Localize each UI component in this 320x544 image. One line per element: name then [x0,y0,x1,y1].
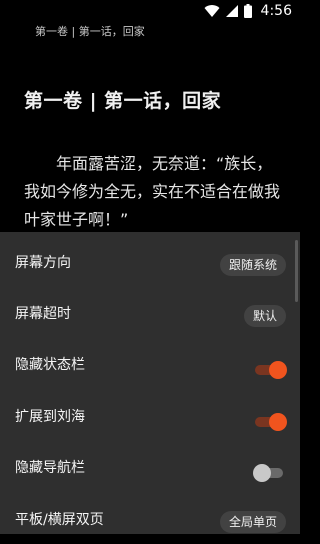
hide-status-bar-toggle[interactable] [255,361,287,379]
screen-timeout-select[interactable]: 默认 [243,305,286,327]
setting-label: 屏幕超时 [15,306,71,322]
screen-orientation-select[interactable]: 跟随系统 [219,254,286,276]
setting-label: 隐藏导航栏 [15,460,85,476]
extend-to-notch-toggle[interactable] [255,413,287,431]
hide-navigation-bar-toggle[interactable] [253,464,285,482]
setting-label: 扩展到刘海 [15,409,85,425]
chapter-title: 第一卷 | 第一话，回家 [24,90,222,112]
setting-label: 屏幕方向 [15,255,71,271]
setting-screen-timeout[interactable]: 屏幕超时 默认 [0,288,300,338]
chapter-paragraph: 年面露苦涩，无奈道：“族长，我如今修为全无，实在不适合在做我叶家世子啊！” [24,154,281,229]
toggle-knob [253,464,271,482]
setting-extend-to-notch[interactable]: 扩展到刘海 [0,391,300,441]
reader-view[interactable]: 第一卷 | 第一话，回家 第一卷 | 第一话，回家 年面露苦涩，无奈道：“族长，… [0,0,300,240]
setting-tablet-dual-page[interactable]: 平板/横屏双页 全局单页 [0,494,300,544]
setting-screen-orientation[interactable]: 屏幕方向 跟随系统 [0,237,300,287]
toggle-knob [269,413,287,431]
toggle-knob [269,361,287,379]
setting-hide-status-bar[interactable]: 隐藏状态栏 [0,339,300,389]
chapter-header: 第一卷 | 第一话，回家 [35,25,145,38]
dual-page-select[interactable]: 全局单页 [219,511,286,533]
setting-label: 隐藏状态栏 [15,357,85,373]
settings-panel: 屏幕方向 跟随系统 屏幕超时 默认 隐藏状态栏 扩展到刘海 隐藏导航栏 平板/横… [0,232,300,534]
setting-label: 平板/横屏双页 [15,512,104,528]
setting-hide-navigation-bar[interactable]: 隐藏导航栏 [0,442,300,492]
